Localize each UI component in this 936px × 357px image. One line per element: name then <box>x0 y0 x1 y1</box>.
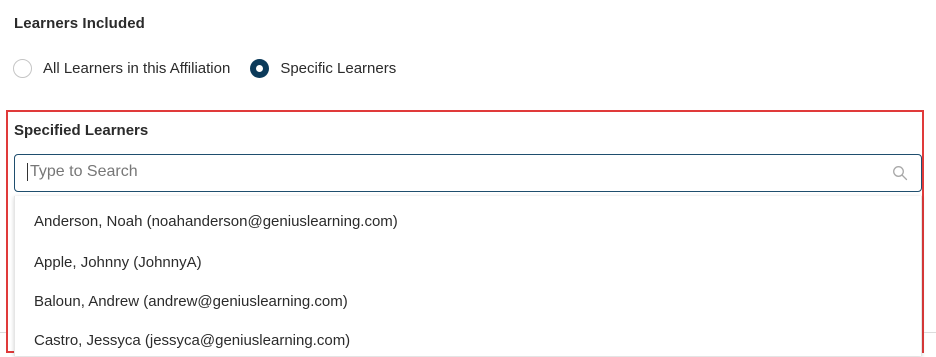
specified-learners-title: Specified Learners <box>14 122 149 139</box>
divider-right <box>924 332 936 333</box>
learners-included-radio-group: All Learners in this Affiliation Specifi… <box>13 57 396 79</box>
page: Learners Included All Learners in this A… <box>0 0 936 357</box>
radio-specific-learners-circle[interactable] <box>250 58 270 78</box>
radio-all-learners[interactable]: All Learners in this Affiliation <box>13 58 230 78</box>
learner-search-box[interactable] <box>14 154 922 192</box>
learners-included-title: Learners Included <box>14 15 145 32</box>
list-item[interactable]: Anderson, Noah (noahanderson@geniuslearn… <box>34 213 398 230</box>
learner-search-input[interactable] <box>27 163 870 181</box>
radio-specific-learners-label[interactable]: Specific Learners <box>280 60 396 77</box>
radio-specific-learners[interactable]: Specific Learners <box>250 58 396 78</box>
list-item[interactable]: Castro, Jessyca (jessyca@geniuslearning.… <box>34 332 350 349</box>
list-item[interactable]: Baloun, Andrew (andrew@geniuslearning.co… <box>34 293 348 310</box>
radio-all-learners-circle[interactable] <box>13 58 32 78</box>
divider-left <box>0 332 6 333</box>
radio-all-learners-label[interactable]: All Learners in this Affiliation <box>43 60 230 77</box>
learner-search-results: Anderson, Noah (noahanderson@geniuslearn… <box>14 196 922 356</box>
search-icon <box>893 166 908 181</box>
list-item[interactable]: Apple, Johnny (JohnnyA) <box>34 254 202 271</box>
